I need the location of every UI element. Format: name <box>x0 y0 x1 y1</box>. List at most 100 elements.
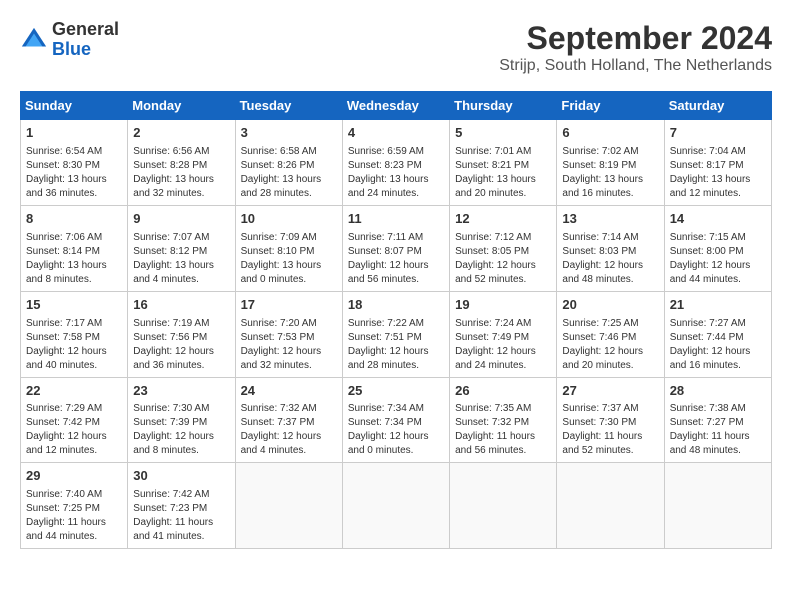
day-info: Sunrise: 7:25 AM Sunset: 7:46 PM Dayligh… <box>562 317 658 373</box>
calendar-week-row: 22Sunrise: 7:29 AM Sunset: 7:42 PM Dayli… <box>21 377 772 463</box>
day-number: 10 <box>241 210 337 229</box>
calendar-cell <box>235 463 342 549</box>
day-number: 18 <box>348 296 444 315</box>
day-number: 3 <box>241 124 337 143</box>
calendar-cell: 17 Sunrise: 7:20 AM Sunset: 7:53 PM Dayli… <box>235 291 342 377</box>
weekday-header: Wednesday <box>342 92 449 120</box>
calendar-cell: 21Sunrise: 7:27 AM Sunset: 7:44 PM Dayli… <box>664 291 771 377</box>
day-info: Sunrise: 7:02 AM Sunset: 8:19 PM Dayligh… <box>562 145 658 201</box>
calendar-cell: 30Sunrise: 7:42 AM Sunset: 7:23 PM Dayli… <box>128 463 235 549</box>
day-number: 2 <box>133 124 229 143</box>
day-number: 29 <box>26 467 122 486</box>
day-number: 11 <box>348 210 444 229</box>
location: Strijp, South Holland, The Netherlands <box>499 57 772 75</box>
calendar-cell: 24Sunrise: 7:32 AM Sunset: 7:37 PM Dayli… <box>235 377 342 463</box>
calendar-cell: 12Sunrise: 7:12 AM Sunset: 8:05 PM Dayli… <box>450 205 557 291</box>
calendar-week-row: 1Sunrise: 6:54 AM Sunset: 8:30 PM Daylig… <box>21 120 772 206</box>
calendar-cell: 15 Sunrise: 7:17 AM Sunset: 7:58 PM Dayli… <box>21 291 128 377</box>
calendar-cell: 5 Sunrise: 7:01 AM Sunset: 8:21 PM Daylig… <box>450 120 557 206</box>
calendar-cell: 23Sunrise: 7:30 AM Sunset: 7:39 PM Dayli… <box>128 377 235 463</box>
calendar-cell: 27Sunrise: 7:37 AM Sunset: 7:30 PM Dayli… <box>557 377 664 463</box>
calendar-table: SundayMondayTuesdayWednesdayThursdayFrid… <box>20 91 772 549</box>
weekday-header: Sunday <box>21 92 128 120</box>
calendar-cell: 25Sunrise: 7:34 AM Sunset: 7:34 PM Dayli… <box>342 377 449 463</box>
day-info: Sunrise: 6:58 AM Sunset: 8:26 PM Dayligh… <box>241 145 337 201</box>
day-info: Sunrise: 7:19 AM Sunset: 7:56 PM Dayligh… <box>133 317 229 373</box>
calendar-cell: 13 Sunrise: 7:14 AM Sunset: 8:03 PM Dayli… <box>557 205 664 291</box>
day-info: Sunrise: 6:56 AM Sunset: 8:28 PM Dayligh… <box>133 145 229 201</box>
calendar-body: 1Sunrise: 6:54 AM Sunset: 8:30 PM Daylig… <box>21 120 772 549</box>
day-number: 17 <box>241 296 337 315</box>
day-info: Sunrise: 7:20 AM Sunset: 7:53 PM Dayligh… <box>241 317 337 373</box>
day-number: 7 <box>670 124 766 143</box>
day-number: 14 <box>670 210 766 229</box>
day-number: 15 <box>26 296 122 315</box>
day-info: Sunrise: 7:17 AM Sunset: 7:58 PM Dayligh… <box>26 317 122 373</box>
calendar-cell <box>450 463 557 549</box>
day-info: Sunrise: 7:29 AM Sunset: 7:42 PM Dayligh… <box>26 402 122 458</box>
weekday-header: Tuesday <box>235 92 342 120</box>
day-number: 19 <box>455 296 551 315</box>
page-header: General Blue September 2024 Strijp, Sout… <box>20 20 772 75</box>
day-info: Sunrise: 7:38 AM Sunset: 7:27 PM Dayligh… <box>670 402 766 458</box>
day-info: Sunrise: 7:22 AM Sunset: 7:51 PM Dayligh… <box>348 317 444 373</box>
day-info: Sunrise: 7:24 AM Sunset: 7:49 PM Dayligh… <box>455 317 551 373</box>
calendar-cell: 11 Sunrise: 7:11 AM Sunset: 8:07 PM Dayli… <box>342 205 449 291</box>
weekday-header: Saturday <box>664 92 771 120</box>
calendar-cell: 9 Sunrise: 7:07 AM Sunset: 8:12 PM Daylig… <box>128 205 235 291</box>
day-info: Sunrise: 7:14 AM Sunset: 8:03 PM Dayligh… <box>562 231 658 287</box>
day-number: 28 <box>670 382 766 401</box>
calendar-cell: 4 Sunrise: 6:59 AM Sunset: 8:23 PM Daylig… <box>342 120 449 206</box>
weekday-header: Friday <box>557 92 664 120</box>
day-info: Sunrise: 7:11 AM Sunset: 8:07 PM Dayligh… <box>348 231 444 287</box>
day-info: Sunrise: 7:35 AM Sunset: 7:32 PM Dayligh… <box>455 402 551 458</box>
calendar-cell: 20 Sunrise: 7:25 AM Sunset: 7:46 PM Dayli… <box>557 291 664 377</box>
day-info: Sunrise: 7:37 AM Sunset: 7:30 PM Dayligh… <box>562 402 658 458</box>
title-block: September 2024 Strijp, South Holland, Th… <box>499 20 772 75</box>
day-number: 13 <box>562 210 658 229</box>
day-info: Sunrise: 7:30 AM Sunset: 7:39 PM Dayligh… <box>133 402 229 458</box>
day-number: 23 <box>133 382 229 401</box>
day-info: Sunrise: 7:34 AM Sunset: 7:34 PM Dayligh… <box>348 402 444 458</box>
calendar-cell: 2 Sunrise: 6:56 AM Sunset: 8:28 PM Daylig… <box>128 120 235 206</box>
day-info: Sunrise: 7:09 AM Sunset: 8:10 PM Dayligh… <box>241 231 337 287</box>
calendar-week-row: 29 Sunrise: 7:40 AM Sunset: 7:25 PM Dayli… <box>21 463 772 549</box>
calendar-cell <box>664 463 771 549</box>
day-number: 4 <box>348 124 444 143</box>
calendar-cell: 1Sunrise: 6:54 AM Sunset: 8:30 PM Daylig… <box>21 120 128 206</box>
calendar-cell <box>557 463 664 549</box>
day-number: 5 <box>455 124 551 143</box>
day-info: Sunrise: 7:04 AM Sunset: 8:17 PM Dayligh… <box>670 145 766 201</box>
day-number: 24 <box>241 382 337 401</box>
day-number: 6 <box>562 124 658 143</box>
day-number: 9 <box>133 210 229 229</box>
day-number: 25 <box>348 382 444 401</box>
calendar-cell: 19 Sunrise: 7:24 AM Sunset: 7:49 PM Dayli… <box>450 291 557 377</box>
month-year: September 2024 <box>499 20 772 57</box>
day-info: Sunrise: 7:12 AM Sunset: 8:05 PM Dayligh… <box>455 231 551 287</box>
day-info: Sunrise: 7:15 AM Sunset: 8:00 PM Dayligh… <box>670 231 766 287</box>
weekday-header: Thursday <box>450 92 557 120</box>
day-info: Sunrise: 7:01 AM Sunset: 8:21 PM Dayligh… <box>455 145 551 201</box>
calendar-cell: 29 Sunrise: 7:40 AM Sunset: 7:25 PM Dayli… <box>21 463 128 549</box>
calendar-cell: 10 Sunrise: 7:09 AM Sunset: 8:10 PM Dayli… <box>235 205 342 291</box>
calendar-cell <box>342 463 449 549</box>
calendar-cell: 22Sunrise: 7:29 AM Sunset: 7:42 PM Dayli… <box>21 377 128 463</box>
logo-icon <box>20 26 48 54</box>
logo-line1: General <box>52 20 119 40</box>
calendar-cell: 18 Sunrise: 7:22 AM Sunset: 7:51 PM Dayli… <box>342 291 449 377</box>
calendar-cell: 26Sunrise: 7:35 AM Sunset: 7:32 PM Dayli… <box>450 377 557 463</box>
day-number: 20 <box>562 296 658 315</box>
day-info: Sunrise: 6:59 AM Sunset: 8:23 PM Dayligh… <box>348 145 444 201</box>
day-number: 1 <box>26 124 122 143</box>
day-number: 22 <box>26 382 122 401</box>
day-info: Sunrise: 7:40 AM Sunset: 7:25 PM Dayligh… <box>26 488 122 544</box>
day-info: Sunrise: 7:27 AM Sunset: 7:44 PM Dayligh… <box>670 317 766 373</box>
logo: General Blue <box>20 20 119 60</box>
day-info: Sunrise: 7:07 AM Sunset: 8:12 PM Dayligh… <box>133 231 229 287</box>
day-info: Sunrise: 7:42 AM Sunset: 7:23 PM Dayligh… <box>133 488 229 544</box>
day-number: 8 <box>26 210 122 229</box>
calendar-cell: 6 Sunrise: 7:02 AM Sunset: 8:19 PM Daylig… <box>557 120 664 206</box>
calendar-cell: 7 Sunrise: 7:04 AM Sunset: 8:17 PM Daylig… <box>664 120 771 206</box>
calendar-header-row: SundayMondayTuesdayWednesdayThursdayFrid… <box>21 92 772 120</box>
